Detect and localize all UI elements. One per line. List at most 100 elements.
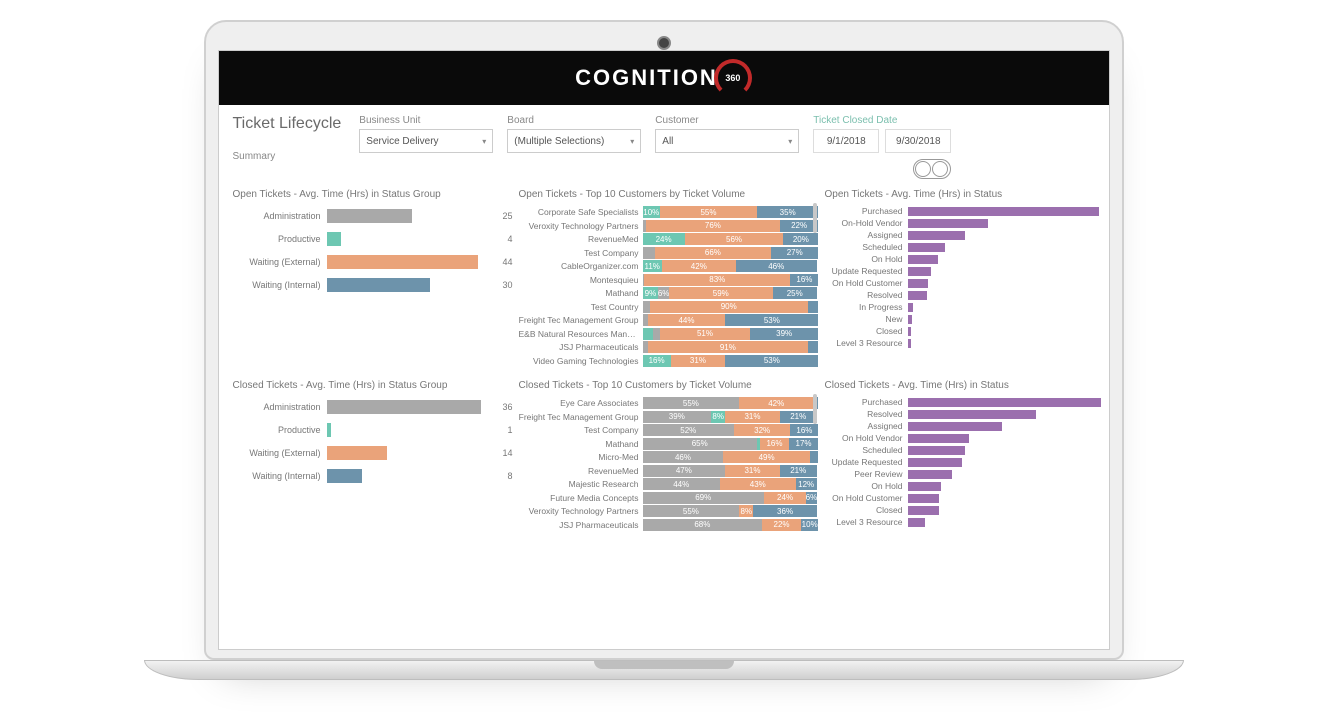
- bar-fill[interactable]: [908, 398, 1101, 407]
- bar-segment[interactable]: 76%: [646, 220, 780, 232]
- scrollbar[interactable]: [813, 203, 817, 233]
- bar-fill[interactable]: [908, 494, 939, 503]
- bar-fill[interactable]: [327, 232, 341, 246]
- bar-fill[interactable]: [908, 482, 942, 491]
- bar-segment[interactable]: 31%: [671, 355, 726, 367]
- bar-fill[interactable]: [908, 231, 966, 240]
- bar-segment[interactable]: 8%: [739, 505, 753, 517]
- bar-segment[interactable]: 66%: [655, 247, 771, 259]
- bar-segment[interactable]: [643, 247, 655, 259]
- bar-segment[interactable]: 69%: [643, 492, 764, 504]
- bar-segment[interactable]: 55%: [643, 397, 740, 409]
- bar-fill[interactable]: [908, 255, 938, 264]
- date-toggle[interactable]: [913, 159, 951, 179]
- bar-segment[interactable]: 46%: [643, 451, 724, 463]
- bar-segment[interactable]: 42%: [662, 260, 736, 272]
- bar-fill[interactable]: [908, 207, 1100, 216]
- business-unit-select[interactable]: Service Delivery ▾: [359, 129, 493, 153]
- bar-segment[interactable]: [808, 341, 819, 353]
- bar-fill[interactable]: [908, 506, 939, 515]
- bar-segment[interactable]: 47%: [643, 465, 726, 477]
- bar-fill[interactable]: [908, 291, 927, 300]
- bar-fill[interactable]: [908, 446, 966, 455]
- bar-segment[interactable]: 20%: [783, 233, 818, 245]
- bar-segment[interactable]: 6%: [806, 492, 817, 504]
- bar-segment[interactable]: 31%: [725, 465, 780, 477]
- bar-segment[interactable]: [808, 301, 819, 313]
- bar-fill[interactable]: [327, 469, 362, 483]
- board-select[interactable]: (Multiple Selections) ▾: [507, 129, 641, 153]
- date-to-input[interactable]: 9/30/2018: [885, 129, 951, 153]
- bar-fill[interactable]: [327, 446, 387, 460]
- bar-fill[interactable]: [327, 278, 430, 292]
- bar-fill[interactable]: [908, 458, 962, 467]
- bar-segment[interactable]: 16%: [790, 424, 818, 436]
- bar-segment[interactable]: 52%: [643, 424, 735, 436]
- bar-segment[interactable]: 10%: [643, 206, 661, 218]
- bar-fill[interactable]: [908, 422, 1003, 431]
- scrollbar[interactable]: [813, 394, 817, 424]
- bar-fill[interactable]: [908, 219, 989, 228]
- bar-segment[interactable]: 31%: [725, 411, 780, 423]
- bar-segment[interactable]: 44%: [643, 478, 720, 490]
- bar-segment[interactable]: 8%: [711, 411, 725, 423]
- bar-fill[interactable]: [908, 327, 912, 336]
- bar-fill[interactable]: [908, 243, 945, 252]
- bar-segment[interactable]: 22%: [762, 519, 801, 531]
- bar-segment[interactable]: 16%: [643, 355, 671, 367]
- bar-segment[interactable]: 46%: [736, 260, 817, 272]
- bar-fill[interactable]: [908, 315, 913, 324]
- bar-segment[interactable]: 55%: [643, 505, 740, 517]
- bar-segment[interactable]: 65%: [643, 438, 757, 450]
- bar-segment[interactable]: 35%: [757, 206, 819, 218]
- bar-segment[interactable]: 6%: [658, 287, 669, 299]
- bar-fill[interactable]: [908, 267, 931, 276]
- bar-segment[interactable]: 21%: [780, 465, 817, 477]
- bar-segment[interactable]: 39%: [643, 411, 712, 423]
- bar-segment[interactable]: 10%: [801, 519, 819, 531]
- bar-segment[interactable]: 43%: [720, 478, 796, 490]
- bar-segment[interactable]: 68%: [643, 519, 763, 531]
- bar-segment[interactable]: 11%: [643, 260, 662, 272]
- bar-fill[interactable]: [908, 410, 1037, 419]
- bar-segment[interactable]: [643, 328, 654, 340]
- bar-fill[interactable]: [908, 339, 912, 348]
- bar-segment[interactable]: 12%: [796, 478, 817, 490]
- bar-fill[interactable]: [327, 255, 478, 269]
- bar-fill[interactable]: [327, 400, 482, 414]
- bar-segment[interactable]: 16%: [790, 274, 818, 286]
- bar-segment[interactable]: [653, 328, 660, 340]
- customer-select[interactable]: All ▾: [655, 129, 799, 153]
- bar-segment[interactable]: 21%: [780, 411, 817, 423]
- bar-segment[interactable]: [810, 451, 819, 463]
- bar-segment[interactable]: 91%: [648, 341, 808, 353]
- bar-fill[interactable]: [908, 279, 928, 288]
- bar-segment[interactable]: 55%: [660, 206, 757, 218]
- bar-fill[interactable]: [327, 423, 331, 437]
- bar-segment[interactable]: 44%: [648, 314, 725, 326]
- bar-segment[interactable]: 9%: [643, 287, 659, 299]
- bar-segment[interactable]: 51%: [660, 328, 750, 340]
- bar-segment[interactable]: 83%: [644, 274, 790, 286]
- bar-segment[interactable]: [643, 301, 650, 313]
- bar-segment[interactable]: 17%: [789, 438, 819, 450]
- bar-segment[interactable]: 49%: [723, 451, 809, 463]
- bar-fill[interactable]: [908, 470, 952, 479]
- bar-segment[interactable]: 90%: [650, 301, 808, 313]
- bar-fill[interactable]: [908, 434, 969, 443]
- bar-segment[interactable]: 24%: [643, 233, 685, 245]
- bar-segment[interactable]: 16%: [760, 438, 788, 450]
- bar-segment[interactable]: 56%: [685, 233, 784, 245]
- bar-segment[interactable]: 36%: [753, 505, 816, 517]
- bar-segment[interactable]: 42%: [739, 397, 813, 409]
- bar-segment[interactable]: 24%: [764, 492, 806, 504]
- bar-fill[interactable]: [908, 518, 925, 527]
- bar-segment[interactable]: 25%: [773, 287, 817, 299]
- bar-segment[interactable]: 27%: [771, 247, 819, 259]
- bar-segment[interactable]: 59%: [669, 287, 773, 299]
- bar-segment[interactable]: 53%: [725, 355, 818, 367]
- bar-segment[interactable]: 32%: [734, 424, 790, 436]
- bar-segment[interactable]: 39%: [750, 328, 819, 340]
- date-from-input[interactable]: 9/1/2018: [813, 129, 879, 153]
- bar-fill[interactable]: [908, 303, 913, 312]
